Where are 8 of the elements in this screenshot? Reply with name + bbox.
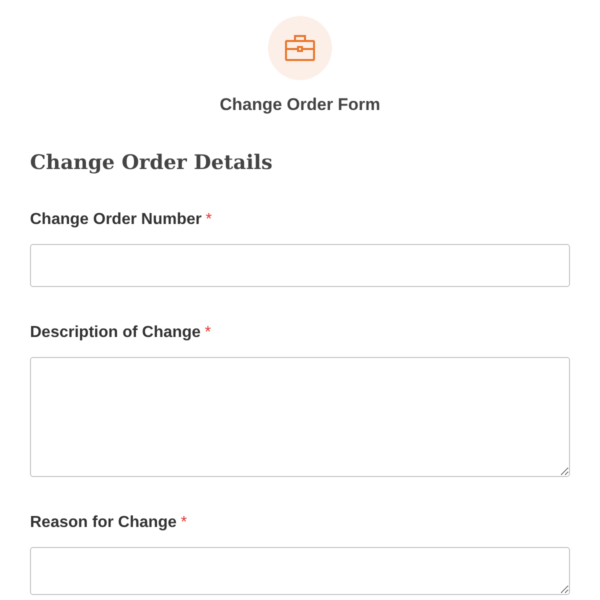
- required-mark: *: [206, 210, 212, 228]
- required-mark: *: [180, 514, 187, 530]
- form-title: Change Order Form: [220, 94, 380, 116]
- section-heading: Change Order Details: [30, 150, 274, 174]
- field-label: Description of Change: [30, 324, 201, 340]
- field-label: Reason for Change: [30, 514, 177, 530]
- required-mark: *: [204, 324, 211, 340]
- field-label: Change Order Number: [30, 210, 202, 228]
